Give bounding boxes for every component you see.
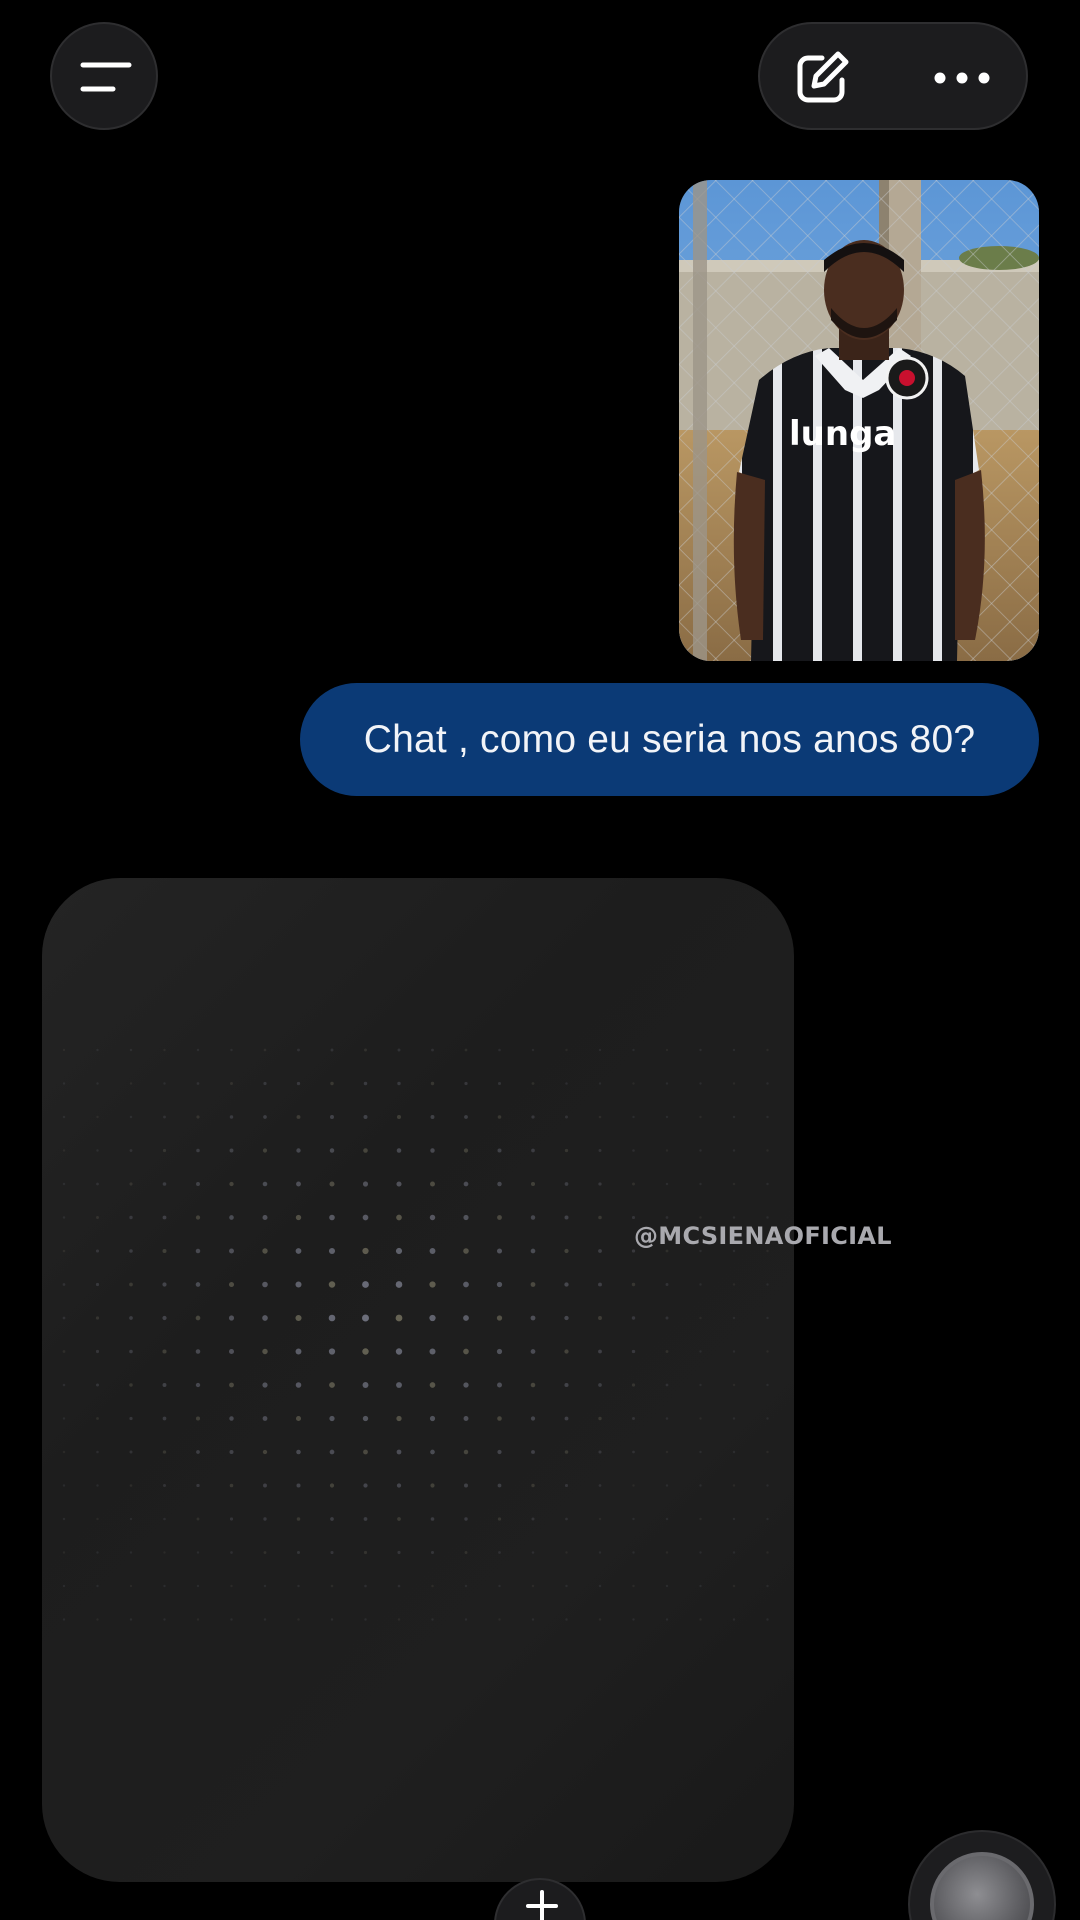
- header-actions: [758, 22, 1028, 130]
- watermark-text: @MCSIENAOFICIAL: [634, 1222, 892, 1250]
- voice-orb-icon: [930, 1852, 1034, 1920]
- voice-mode-button[interactable]: [908, 1830, 1056, 1920]
- more-horizontal-icon[interactable]: [932, 64, 992, 92]
- user-message-bubble: Chat , como eu seria nos anos 80?: [300, 683, 1039, 796]
- attached-photo[interactable]: lunga: [679, 180, 1039, 661]
- user-message-text: Chat , como eu seria nos anos 80?: [363, 717, 976, 761]
- jersey-sponsor-text: lunga: [789, 414, 896, 454]
- chat-screen: lunga Chat , como eu seria nos anos 80? …: [0, 0, 1080, 1920]
- image-generation-placeholder: [42, 878, 794, 1882]
- plus-icon: [526, 1890, 558, 1920]
- loading-dot-grid: [62, 1048, 769, 1621]
- edit-icon[interactable]: [792, 48, 852, 108]
- menu-button[interactable]: [50, 22, 158, 130]
- menu-icon: [80, 62, 132, 92]
- add-attachment-button[interactable]: [494, 1878, 586, 1920]
